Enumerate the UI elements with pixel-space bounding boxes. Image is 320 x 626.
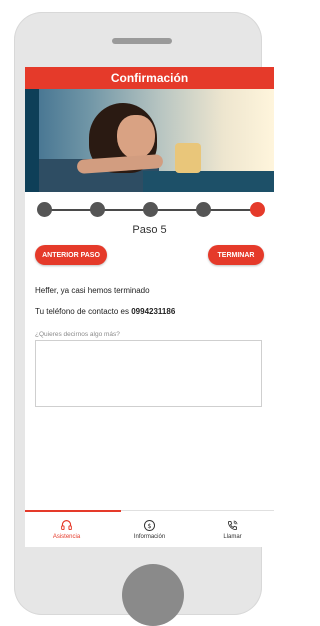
nav-label-llamar: Llamar bbox=[223, 533, 242, 540]
comment-field-label: ¿Quieres decirnos algo más? bbox=[35, 331, 120, 338]
contact-phone-number: 0994231186 bbox=[131, 307, 176, 316]
headset-icon bbox=[61, 519, 72, 530]
nav-label-informacion: Información bbox=[133, 533, 166, 540]
previous-step-button[interactable]: ANTERIOR PASO bbox=[35, 245, 107, 265]
contact-phone-prefix: Tu teléfono de contacto es bbox=[35, 307, 132, 316]
nav-label-asistencia: Asistencia bbox=[52, 533, 81, 540]
step-dot-4 bbox=[196, 202, 211, 217]
nav-active-indicator bbox=[25, 510, 121, 512]
finish-button[interactable]: TERMINAR bbox=[208, 245, 264, 265]
completion-message: Heffer, ya casi hemos terminado bbox=[35, 286, 150, 295]
app-screen: Confirmación Paso 5 ANTERIOR PASO TERMIN… bbox=[25, 67, 274, 547]
step-dot-3 bbox=[143, 202, 158, 217]
step-dot-1 bbox=[37, 202, 52, 217]
comment-textarea[interactable] bbox=[35, 340, 262, 407]
progress-stepper bbox=[25, 200, 274, 226]
nav-item-llamar[interactable]: Llamar bbox=[191, 511, 274, 547]
nav-item-informacion[interactable]: $ Información bbox=[108, 511, 191, 547]
app-header: Confirmación bbox=[25, 67, 274, 89]
step-actions: ANTERIOR PASO TERMINAR bbox=[25, 245, 274, 271]
hero-image bbox=[25, 89, 274, 192]
bottom-navigation: Asistencia $ Información Llamar bbox=[25, 510, 274, 547]
svg-text:$: $ bbox=[147, 521, 151, 529]
contact-phone-text: Tu teléfono de contacto es 0994231186 bbox=[25, 307, 274, 316]
nav-item-asistencia[interactable]: Asistencia bbox=[25, 511, 108, 547]
dollar-info-icon: $ bbox=[143, 519, 156, 531]
phone-call-icon bbox=[227, 520, 238, 530]
step-dot-5-current bbox=[250, 202, 265, 217]
phone-speaker bbox=[112, 38, 172, 44]
step-dot-2 bbox=[90, 202, 105, 217]
page-title: Confirmación bbox=[110, 71, 189, 85]
